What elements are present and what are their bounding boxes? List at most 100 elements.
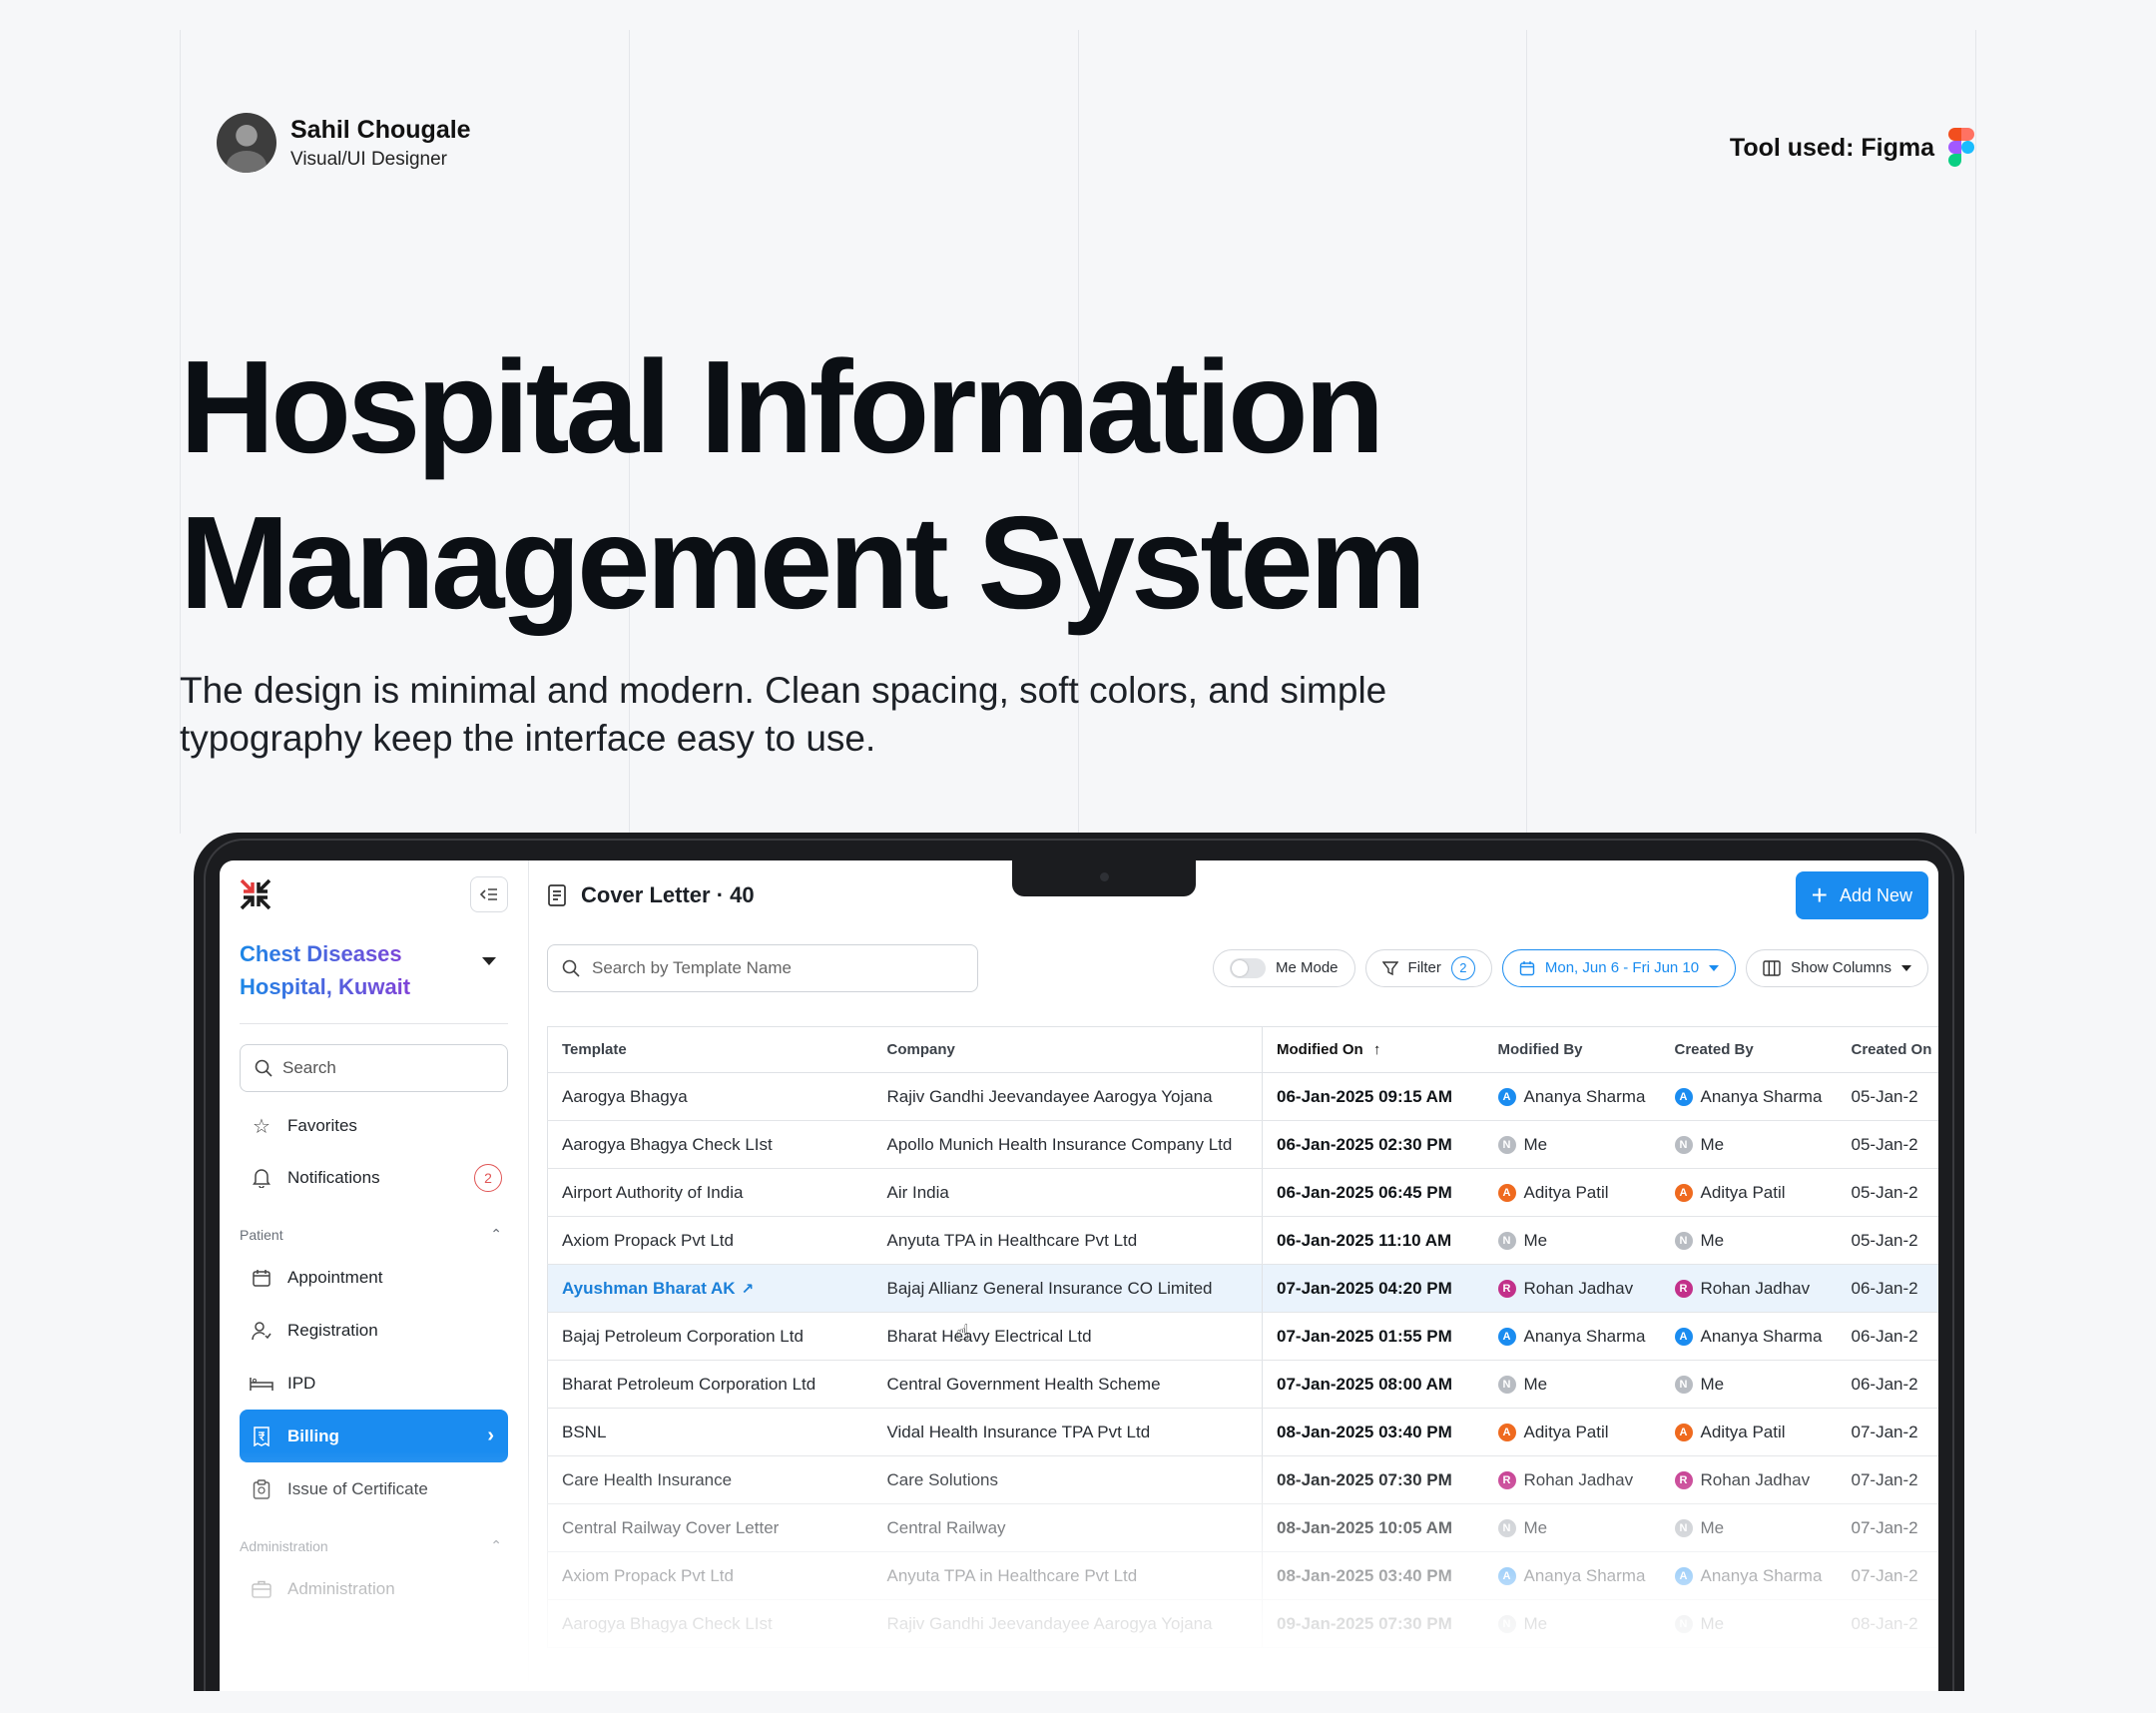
sidebar-search-input[interactable]: Search	[240, 1044, 508, 1092]
collapse-sidebar-button[interactable]	[470, 876, 508, 912]
sidebar-item-label: Notifications	[287, 1168, 380, 1187]
template-cell[interactable]: Aarogya Bhagya Check LIst	[547, 1599, 873, 1648]
company-cell: Rajiv Gandhi Jeevandayee Aarogya Yojana	[872, 1072, 1263, 1121]
chevron-down-icon	[1709, 964, 1720, 971]
section-label: Patient	[240, 1226, 283, 1243]
user-name: Me	[1700, 1517, 1725, 1537]
page-subtitle: The design is minimal and modern. Clean …	[180, 670, 1387, 759]
table-row[interactable]: BSNL Vidal Health Insurance TPA Pvt Ltd 08…	[547, 1408, 1938, 1456]
user-avatar-icon: A	[1674, 1327, 1693, 1346]
modified-on-cell: 07-Jan-2025 01:55 PM	[1262, 1312, 1484, 1361]
created-on-cell: 06-Jan-2	[1837, 1264, 1938, 1313]
author-block: Sahil Chougale Visual/UI Designer	[217, 113, 471, 173]
user-name: Me	[1523, 1134, 1548, 1154]
sidebar-item-billing[interactable]: Billing ›	[240, 1410, 508, 1462]
column-header-modified-on[interactable]: Modified On ↑	[1262, 1026, 1484, 1073]
user-avatar-icon: N	[1674, 1375, 1693, 1394]
modified-on-cell: 09-Jan-2025 07:30 PM	[1262, 1599, 1484, 1648]
template-name: Bajaj Petroleum Corporation Ltd	[562, 1326, 804, 1346]
template-cell[interactable]: Care Health Insurance	[547, 1455, 873, 1504]
template-cell[interactable]: Bajaj Petroleum Corporation Ltd	[547, 1312, 873, 1361]
user-avatar-icon: N	[1674, 1518, 1693, 1537]
user-name: Me	[1523, 1517, 1548, 1537]
template-cell[interactable]: Bharat Petroleum Corporation Ltd	[547, 1360, 873, 1409]
template-cell[interactable]: Axiom Propack Pvt Ltd	[547, 1216, 873, 1265]
sidebar-item-appointment[interactable]: Appointment	[240, 1251, 508, 1304]
chevron-down-icon	[482, 957, 496, 965]
sidebar-item-registration[interactable]: Registration	[240, 1304, 508, 1357]
sidebar-item-administration[interactable]: Administration	[240, 1562, 508, 1615]
hospital-selector[interactable]: Chest Diseases Hospital, Kuwait	[240, 937, 508, 1024]
sidebar-item-notifications[interactable]: Notifications 2	[240, 1152, 508, 1204]
user-name: Me	[1523, 1374, 1548, 1394]
chevron-up-icon: ⌃	[490, 1226, 502, 1242]
created-on-cell: 07-Jan-2	[1837, 1551, 1938, 1600]
created-by-cell: N Me	[1660, 1120, 1838, 1169]
user-avatar-icon: N	[1674, 1135, 1693, 1154]
sidebar-item-favorites[interactable]: ☆ Favorites	[240, 1100, 508, 1152]
template-cell[interactable]: Airport Authority of India	[547, 1168, 873, 1217]
table-row[interactable]: Aarogya Bhagya Check LIst Rajiv Gandhi Je…	[547, 1599, 1938, 1648]
template-cell[interactable]: Ayushman Bharat AK ↗	[547, 1264, 873, 1313]
column-header-modified-by[interactable]: Modified By	[1483, 1026, 1661, 1073]
column-header-company[interactable]: Company	[872, 1026, 1263, 1073]
template-cell[interactable]: BSNL	[547, 1408, 873, 1456]
modified-by-cell: N Me	[1483, 1360, 1661, 1409]
user-avatar-icon: N	[1674, 1231, 1693, 1250]
template-cell[interactable]: Axiom Propack Pvt Ltd	[547, 1551, 873, 1600]
bed-icon	[250, 1376, 273, 1392]
filter-button[interactable]: Filter 2	[1364, 948, 1492, 987]
avatar	[217, 113, 276, 173]
template-cell[interactable]: Central Railway Cover Letter	[547, 1503, 873, 1552]
title-line-1: Hospital Information	[180, 333, 1384, 480]
created-on-cell: 07-Jan-2	[1837, 1503, 1938, 1552]
template-name: Central Railway Cover Letter	[562, 1517, 780, 1537]
table-row[interactable]: Bajaj Petroleum Corporation Ltd Bharat He…	[547, 1312, 1938, 1361]
column-header-created-on[interactable]: Created On	[1837, 1026, 1938, 1073]
rupee-receipt-icon	[250, 1426, 273, 1446]
table-row[interactable]: Aarogya Bhagya Check LIst Apollo Munich H…	[547, 1120, 1938, 1169]
table-row[interactable]: Ayushman Bharat AK ↗ Bajaj Allianz General…	[547, 1264, 1938, 1313]
table-row[interactable]: Bharat Petroleum Corporation Ltd Central …	[547, 1360, 1938, 1409]
template-cell[interactable]: Aarogya Bhagya	[547, 1072, 873, 1121]
camera-notch	[1012, 860, 1196, 896]
column-header-created-by[interactable]: Created By	[1660, 1026, 1838, 1073]
created-by-cell: R Rohan Jadhav	[1660, 1455, 1838, 1504]
add-new-button[interactable]: + Add New	[1795, 871, 1928, 919]
me-mode-toggle[interactable]: Me Mode	[1213, 948, 1355, 987]
show-columns-button[interactable]: Show Columns	[1746, 948, 1928, 987]
add-new-label: Add New	[1839, 884, 1912, 905]
created-by-cell: A Ananya Sharma	[1660, 1072, 1838, 1121]
sidebar-item-issue-of-certificate[interactable]: Issue of Certificate	[240, 1462, 508, 1515]
table-row[interactable]: Airport Authority of India Air India 06-Ja…	[547, 1168, 1938, 1217]
external-link-icon[interactable]: ↗	[742, 1281, 755, 1298]
guide-line	[1975, 30, 1976, 834]
column-header-template[interactable]: Template	[547, 1026, 873, 1073]
company-cell: Anyuta TPA in Healthcare Pvt Ltd	[872, 1216, 1263, 1265]
user-avatar-icon: N	[1497, 1614, 1516, 1633]
sidebar-item-ipd[interactable]: IPD	[240, 1357, 508, 1410]
template-name: Airport Authority of India	[562, 1182, 744, 1202]
cover-letter-title: Cover Letter · 40	[547, 882, 755, 908]
table-row[interactable]: Central Railway Cover Letter Central Rail…	[547, 1503, 1938, 1552]
section-header-administration[interactable]: Administration ⌃	[240, 1537, 508, 1554]
company-cell: Care Solutions	[872, 1455, 1263, 1504]
sidebar-item-label: Issue of Certificate	[287, 1478, 428, 1498]
section-header-patient[interactable]: Patient ⌃	[240, 1226, 508, 1243]
user-avatar-icon: A	[1497, 1183, 1516, 1202]
created-on-cell: 07-Jan-2	[1837, 1408, 1938, 1456]
user-name: Me	[1700, 1230, 1725, 1250]
table-row[interactable]: Axiom Propack Pvt Ltd Anyuta TPA in Healt…	[547, 1216, 1938, 1265]
user-avatar-icon: A	[1497, 1327, 1516, 1346]
template-search-input[interactable]: Search by Template Name	[547, 943, 978, 992]
created-on-cell: 08-Jan-2	[1837, 1599, 1938, 1648]
table-row[interactable]: Aarogya Bhagya Rajiv Gandhi Jeevandayee A…	[547, 1072, 1938, 1121]
table-row[interactable]: Axiom Propack Pvt Ltd Anyuta TPA in Healt…	[547, 1551, 1938, 1600]
modified-on-cell: 07-Jan-2025 08:00 AM	[1262, 1360, 1484, 1409]
sidebar-item-label: Administration	[287, 1578, 395, 1598]
user-name: Me	[1700, 1374, 1725, 1394]
user-avatar-icon: N	[1497, 1375, 1516, 1394]
template-cell[interactable]: Aarogya Bhagya Check LIst	[547, 1120, 873, 1169]
date-range-picker[interactable]: Mon, Jun 6 - Fri Jun 10	[1501, 948, 1737, 987]
table-row[interactable]: Care Health Insurance Care Solutions 08-Ja…	[547, 1455, 1938, 1504]
